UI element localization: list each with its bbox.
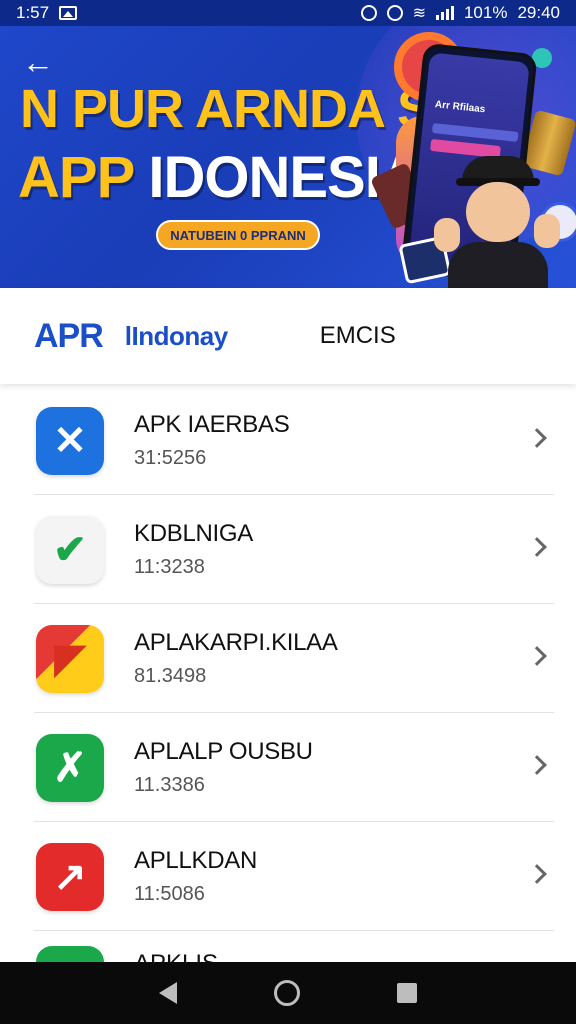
mail-icon: ◤ xyxy=(54,636,86,681)
phone-screen-bar xyxy=(431,123,519,142)
app-icon: ✕ xyxy=(36,406,104,475)
banner-cta-button[interactable]: NATUBEIN 0 PPRANN xyxy=(156,220,320,250)
app-icon: ✗ xyxy=(36,733,104,802)
app-text: APLLKDAN 11:5086 xyxy=(134,847,257,906)
app-text: APLALP OUSBU 11.3386 xyxy=(134,738,313,797)
sync-icon xyxy=(386,5,403,21)
check-icon: ✗ xyxy=(53,745,87,790)
banner-headline-line2: APP IDONESIA xyxy=(18,144,422,211)
leaf-icon: ✔ xyxy=(53,527,87,572)
chevron-right-icon xyxy=(527,645,547,666)
status-time: 1:57 xyxy=(16,3,50,22)
mascot-right-hand xyxy=(534,214,560,248)
app-meta: 81.3498 xyxy=(134,665,207,687)
banner-headline-app: APP xyxy=(18,145,134,210)
list-item[interactable]: ✗ APLALP OUSBU 11.3386 xyxy=(0,713,576,822)
signal-icon xyxy=(435,6,454,20)
tab-indonesia[interactable]: lIndonay xyxy=(125,321,228,352)
app-name: APKLIS... xyxy=(134,950,238,962)
back-arrow-icon[interactable]: ← xyxy=(22,46,54,78)
list-item[interactable]: ◤ APLAKARPI.KILAA 81.3498 xyxy=(0,604,576,713)
chevron-right-icon xyxy=(527,863,547,884)
x-icon: ✕ xyxy=(53,418,87,463)
mascot-left-hand xyxy=(434,218,460,252)
mascot-avatar xyxy=(434,156,560,288)
app-icon xyxy=(36,946,104,962)
promo-banner: ← N PUR ARNDA SIA APP IDONESIA NATUBEIN … xyxy=(0,26,576,288)
status-clock: 29:40 xyxy=(517,3,560,22)
chevron-right-icon xyxy=(527,427,547,448)
image-icon xyxy=(59,6,78,20)
chevron-right-icon xyxy=(527,754,547,775)
app-name: KDBLNIGA xyxy=(134,520,253,547)
tab-logo-apr[interactable]: APR xyxy=(34,317,104,356)
battery-percent: 101% xyxy=(463,3,508,22)
app-name: APLAKARPI.KILAA xyxy=(134,629,338,656)
phone-screen-title: Arr Rfilaas xyxy=(434,99,486,116)
back-icon[interactable] xyxy=(158,982,177,1004)
app-meta: 11:3238 xyxy=(134,556,205,578)
mascot-body xyxy=(448,242,548,288)
list-item[interactable]: ↗ APLLKDAN 11:5086 xyxy=(0,822,576,931)
mascot-face xyxy=(466,182,530,242)
app-icon: ✔ xyxy=(36,515,104,584)
app-meta: 11:5086 xyxy=(134,883,205,905)
tab-emcis[interactable]: EMCIS xyxy=(320,322,396,350)
status-bar: 1:57 ≋ 101% 29:40 xyxy=(0,0,576,26)
status-left: 1:57 xyxy=(16,3,78,23)
alarm-icon xyxy=(360,5,377,21)
app-text: APLAKARPI.KILAA 81.3498 xyxy=(134,629,338,688)
list-item[interactable]: ✕ APK IAERBAS 31:5256 xyxy=(0,386,576,495)
app-meta: 31:5256 xyxy=(134,447,207,469)
app-icon: ◤ xyxy=(36,624,104,693)
status-right: ≋ 101% 29:40 xyxy=(360,3,560,23)
arrow-icon: ↗ xyxy=(53,854,87,899)
chevron-right-icon xyxy=(527,536,547,557)
tab-bar: APR lIndonay EMCIS xyxy=(0,288,576,384)
app-name: APLLKDAN xyxy=(134,847,257,874)
app-text: KDBLNIGA 11:3238 xyxy=(134,520,253,579)
list-item-partial[interactable]: APKLIS... xyxy=(0,932,576,962)
app-icon: ↗ xyxy=(36,842,104,911)
app-name: APLALP OUSBU xyxy=(134,738,313,765)
system-nav-bar xyxy=(0,962,576,1024)
app-list: ✕ APK IAERBAS 31:5256 ✔ KDBLNIGA 11:3238… xyxy=(0,386,576,931)
app-text: APK IAERBAS 31:5256 xyxy=(134,411,290,470)
home-icon[interactable] xyxy=(273,980,300,1006)
app-meta: 11.3386 xyxy=(134,774,205,796)
recents-icon[interactable] xyxy=(397,983,418,1003)
app-name: APK IAERBAS xyxy=(134,411,290,438)
list-item[interactable]: ✔ KDBLNIGA 11:3238 xyxy=(0,495,576,604)
wifi-icon: ≋ xyxy=(412,5,426,22)
divider xyxy=(34,930,554,931)
